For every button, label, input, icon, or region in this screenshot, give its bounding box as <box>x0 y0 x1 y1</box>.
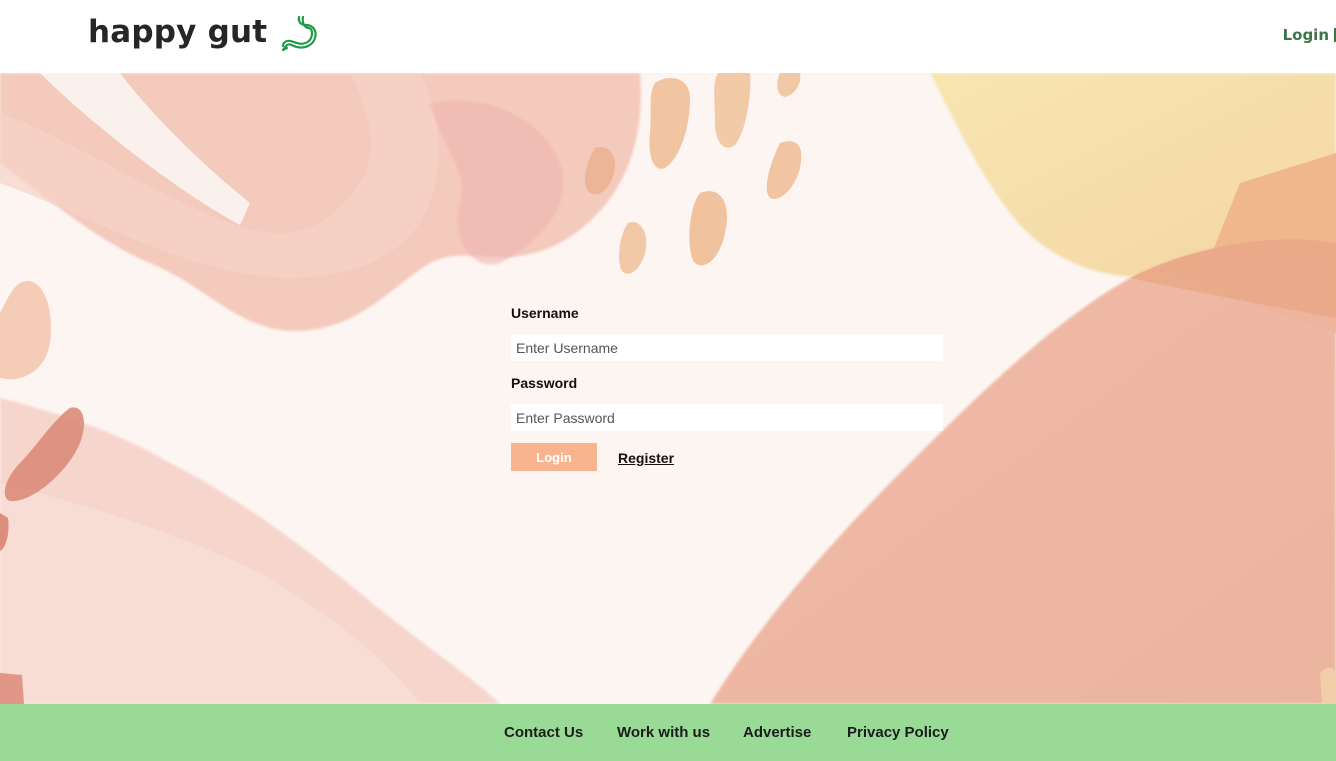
username-input[interactable] <box>511 334 943 361</box>
nav-login-link[interactable]: Login <box>1283 25 1336 45</box>
footer-link-work-with-us[interactable]: Work with us <box>617 724 710 742</box>
password-label: Password <box>511 375 578 391</box>
footer-link-advertise[interactable]: Advertise <box>743 724 811 742</box>
password-input[interactable] <box>511 404 943 431</box>
footer-link-contact-us[interactable]: Contact Us <box>504 724 583 742</box>
login-button[interactable]: Login <box>511 443 597 471</box>
footer-link-privacy-policy[interactable]: Privacy Policy <box>847 724 949 742</box>
brand-name[interactable]: happy gut <box>88 10 267 54</box>
login-form: Username Password Login Register <box>511 303 943 473</box>
form-actions: Login Register <box>511 443 943 473</box>
nav-login-label: Login <box>1282 26 1329 44</box>
footer: Contact Us Work with us Advertise Privac… <box>0 704 1336 761</box>
header: happy gut Login <box>0 0 1336 73</box>
stomach-icon <box>281 15 317 52</box>
register-link[interactable]: Register <box>618 449 674 467</box>
username-label: Username <box>511 305 579 321</box>
page: happy gut Login Username Enter Username … <box>0 0 1336 761</box>
